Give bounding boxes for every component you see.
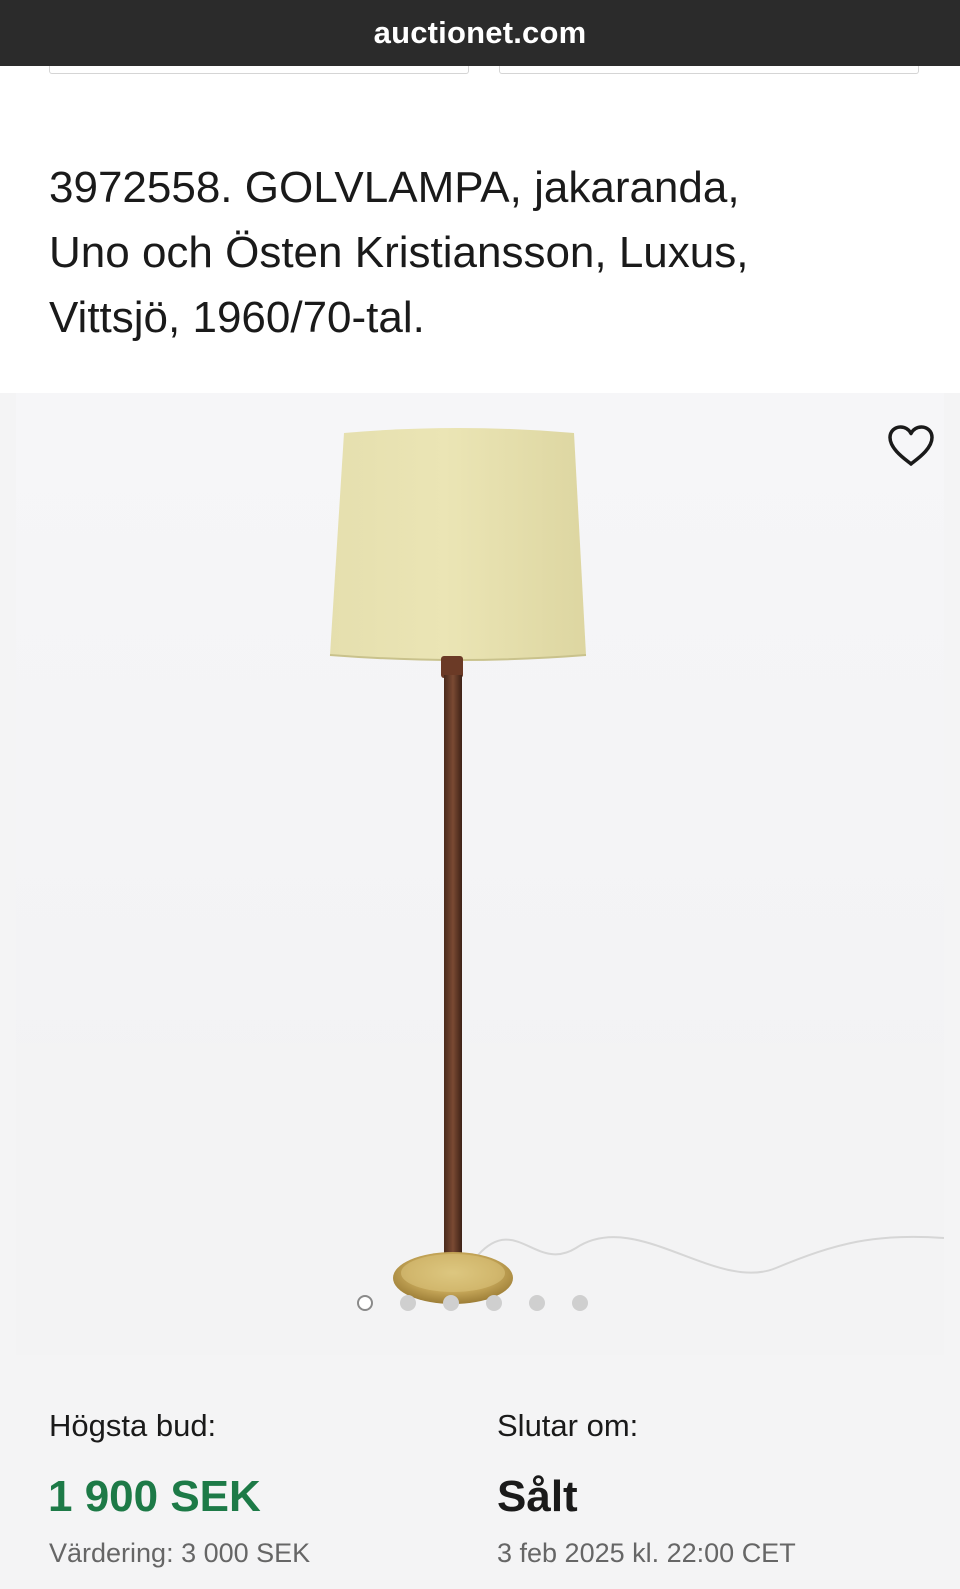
item-image[interactable] (16, 393, 944, 1355)
gallery-dot[interactable] (486, 1295, 502, 1311)
floor-lamp-photo (16, 393, 944, 1355)
heart-outline-icon (888, 425, 934, 466)
gallery-dot[interactable] (529, 1295, 545, 1311)
favorite-button[interactable] (886, 423, 936, 469)
title-line: Vittsjö, 1960/70-tal. (49, 293, 425, 342)
next-control-edge[interactable] (499, 66, 919, 74)
gallery-dot[interactable] (357, 1295, 373, 1311)
gallery-pagination (357, 1294, 588, 1312)
item-title: 3972558. GOLVLAMPA, jakaranda, Uno och Ö… (49, 155, 919, 350)
gallery-dot[interactable] (443, 1295, 459, 1311)
estimate-text: Värdering: 3 000 SEK (49, 1538, 311, 1568)
sold-status: Sålt (497, 1472, 578, 1521)
highest-bid-amount: 1 900 SEK (48, 1472, 261, 1521)
browser-address-bar[interactable]: auctionet.com (0, 0, 960, 66)
ends-in-label: Slutar om: (497, 1408, 639, 1443)
gallery-dot[interactable] (400, 1295, 416, 1311)
title-line: Uno och Östen Kristiansson, Luxus, (49, 228, 749, 277)
title-line: 3972558. GOLVLAMPA, jakaranda, (49, 163, 740, 212)
end-date-text: 3 feb 2025 kl. 22:00 CET (497, 1538, 796, 1568)
highest-bid-label: Högsta bud: (49, 1408, 217, 1443)
gallery-dot[interactable] (572, 1295, 588, 1311)
site-domain: auctionet.com (373, 15, 587, 50)
previous-control-edge[interactable] (49, 66, 469, 74)
